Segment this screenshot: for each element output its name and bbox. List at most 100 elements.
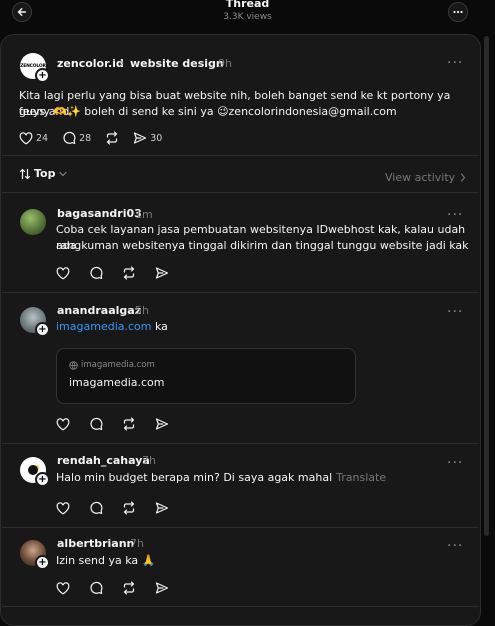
main-post-username[interactable]: zencolor.id <box>57 57 124 70</box>
sort-dropdown[interactable]: Top <box>19 167 68 180</box>
divider <box>2 155 479 156</box>
like-count: 24 <box>36 132 49 144</box>
comment-icon <box>90 581 103 594</box>
repost-button[interactable] <box>122 581 136 595</box>
heart-icon <box>56 417 70 431</box>
sort-label: Top <box>34 167 56 180</box>
repost-icon <box>123 417 135 431</box>
reply-username[interactable]: albertbriann <box>57 537 134 550</box>
reply-text: Izin send ya ka 🙏 <box>56 554 156 567</box>
reply-username[interactable]: bagasandri03 <box>57 207 142 220</box>
thread-panel: ZENCOLOR + zencolor.id › website design … <box>0 34 481 626</box>
repost-icon <box>123 266 135 280</box>
send-icon <box>155 502 169 514</box>
reply-avatar-anandraalgaz[interactable]: + <box>20 307 50 337</box>
comment-icon <box>90 266 103 279</box>
reply-time: 7h <box>142 454 156 467</box>
repost-icon <box>123 501 135 515</box>
chevron-right-icon: › <box>120 56 125 69</box>
repost-button[interactable] <box>122 501 136 515</box>
main-post-actions: 24 28 30 <box>19 131 176 145</box>
share-button[interactable]: 30 <box>133 131 162 145</box>
share-button[interactable] <box>155 417 169 431</box>
link-preview-card[interactable]: imagamedia.com imagamedia.com <box>56 348 356 404</box>
send-icon <box>155 582 169 594</box>
reply-more-button[interactable]: ··· <box>447 305 463 319</box>
like-button[interactable] <box>56 581 70 595</box>
reply-button[interactable]: 28 <box>62 131 91 145</box>
follow-plus-icon[interactable]: + <box>35 555 50 570</box>
share-button[interactable] <box>155 581 169 595</box>
repost-button[interactable] <box>122 266 136 280</box>
scrollbar[interactable] <box>484 36 489 536</box>
reply-avatar-albertbriann[interactable]: + <box>20 540 50 570</box>
sort-icon <box>19 168 31 179</box>
send-icon <box>155 418 169 430</box>
follow-plus-icon[interactable]: + <box>35 322 50 337</box>
repost-button[interactable] <box>105 131 119 145</box>
send-icon <box>155 267 169 279</box>
comment-icon <box>90 417 103 430</box>
reply-link[interactable]: imagamedia.com <box>56 320 152 333</box>
more-icon <box>453 10 463 14</box>
divider <box>2 292 479 293</box>
view-count: 3.3K views <box>223 12 272 22</box>
top-bar: Thread 3.3K views <box>0 0 495 30</box>
heart-icon <box>56 581 70 595</box>
reply-username[interactable]: rendah_cahaya <box>57 454 150 467</box>
divider <box>2 443 479 444</box>
reply-count: 28 <box>79 132 92 144</box>
send-icon <box>134 132 147 144</box>
reply-time: 1m <box>135 208 153 221</box>
reply-actions <box>56 581 183 595</box>
reply-actions <box>56 266 183 280</box>
repost-button[interactable] <box>122 417 136 431</box>
heart-icon <box>56 501 70 515</box>
reply-actions <box>56 417 183 431</box>
main-post-text-line2: feeny 🫶✨ boleh di send ke sini ya 😉zenco… <box>19 105 397 118</box>
reply-more-button[interactable]: ··· <box>447 539 463 553</box>
reply-actions <box>56 501 183 515</box>
reply-avatar-bagasandri03[interactable] <box>20 209 46 235</box>
share-button[interactable] <box>155 501 169 515</box>
share-button[interactable] <box>155 266 169 280</box>
thread-options-button[interactable] <box>448 2 468 22</box>
reply-time: 7h <box>130 537 144 550</box>
link-domain-row: imagamedia.com <box>69 360 155 370</box>
reply-more-button[interactable]: ··· <box>447 456 463 470</box>
view-activity-link[interactable]: View activity <box>385 171 466 184</box>
follow-plus-icon[interactable]: + <box>35 472 50 487</box>
globe-icon <box>69 360 78 370</box>
like-button[interactable]: 24 <box>19 131 49 145</box>
main-post-time: 9h <box>218 57 232 70</box>
reply-text: imagamedia.com ka <box>56 319 168 335</box>
main-post-topic[interactable]: website design <box>130 57 224 70</box>
translate-link[interactable]: Translate <box>336 471 386 484</box>
main-post-more-button[interactable]: ··· <box>447 56 463 70</box>
main-post-avatar[interactable]: ZENCOLOR + <box>20 53 50 83</box>
like-button[interactable] <box>56 501 70 515</box>
heart-icon <box>19 131 33 145</box>
link-title: imagamedia.com <box>69 376 165 389</box>
reply-text: Halo min budget berapa min? Di saya agak… <box>56 470 386 486</box>
reply-button[interactable] <box>89 266 103 280</box>
reply-time: 5h <box>135 304 149 317</box>
avatar <box>20 209 46 235</box>
like-button[interactable] <box>56 417 70 431</box>
reply-button[interactable] <box>89 417 103 431</box>
link-domain: imagamedia.com <box>81 360 155 370</box>
page-header: Thread 3.3K views <box>0 0 495 23</box>
comment-icon <box>90 501 103 514</box>
reply-button[interactable] <box>89 581 103 595</box>
follow-plus-icon[interactable]: + <box>35 68 50 83</box>
divider <box>2 527 479 528</box>
reply-avatar-rendah-cahaya[interactable]: + <box>20 457 50 487</box>
like-button[interactable] <box>56 266 70 280</box>
reply-button[interactable] <box>89 501 103 515</box>
heart-icon <box>56 266 70 280</box>
reply-username[interactable]: anandraalgaz <box>57 304 141 317</box>
repost-icon <box>123 581 135 595</box>
chevron-right-icon <box>461 173 466 182</box>
share-count: 30 <box>150 132 163 144</box>
reply-more-button[interactable]: ··· <box>447 208 463 222</box>
